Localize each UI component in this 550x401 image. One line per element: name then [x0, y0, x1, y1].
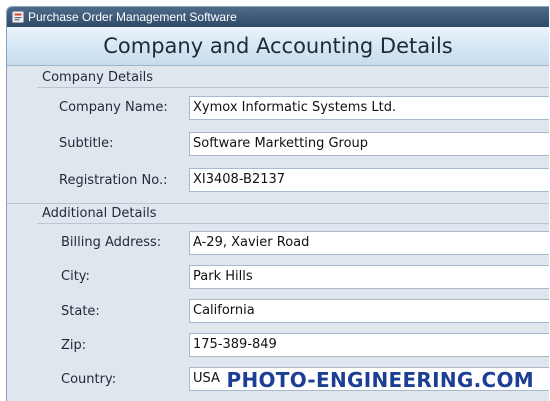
company-details-heading: Company Details — [39, 70, 157, 85]
billing-address-label: Billing Address: — [61, 235, 162, 250]
section-divider — [37, 87, 549, 88]
registration-no-label: Registration No.: — [59, 173, 168, 188]
zip-label: Zip: — [61, 338, 87, 353]
country-label: Country: — [61, 372, 117, 387]
registration-no-field[interactable]: XI3408-B2137 — [189, 168, 549, 192]
app-window: Purchase Order Management Software Compa… — [6, 6, 549, 401]
company-name-field[interactable]: Xymox Informatic Systems Ltd. — [189, 96, 549, 120]
additional-details-heading: Additional Details — [39, 206, 160, 221]
app-icon — [12, 11, 24, 23]
section-divider — [37, 223, 549, 224]
city-label: City: — [61, 269, 90, 284]
state-label: State: — [61, 304, 100, 319]
title-bar[interactable]: Purchase Order Management Software — [7, 7, 549, 27]
page-header: Company and Accounting Details — [7, 27, 549, 66]
city-field[interactable]: Park Hills — [189, 265, 549, 289]
watermark: PHOTO-ENGINEERING.COM — [226, 368, 534, 392]
subtitle-label: Subtitle: — [59, 136, 114, 151]
zip-field[interactable]: 175-389-849 — [189, 333, 549, 357]
company-name-label: Company Name: — [59, 100, 168, 115]
section-divider — [7, 203, 549, 204]
state-field[interactable]: California — [189, 299, 549, 323]
window-title: Purchase Order Management Software — [28, 10, 237, 24]
billing-address-field[interactable]: A-29, Xavier Road — [189, 231, 549, 255]
page-title: Company and Accounting Details — [103, 34, 453, 58]
subtitle-field[interactable]: Software Marketting Group — [189, 132, 549, 156]
